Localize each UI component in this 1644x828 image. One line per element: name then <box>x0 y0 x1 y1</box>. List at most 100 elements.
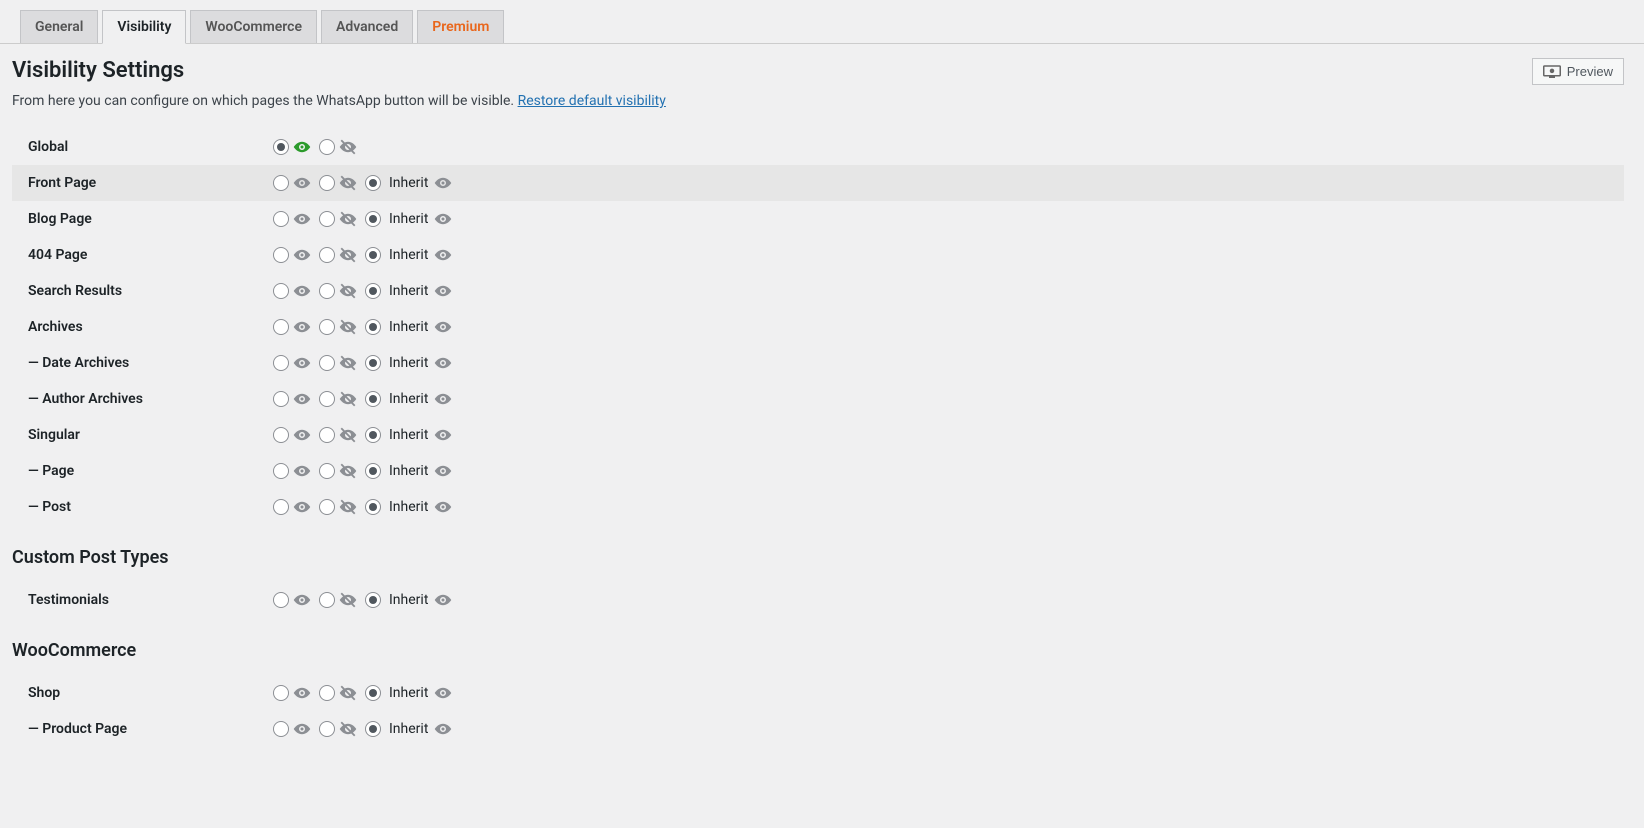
row-label-author_archives: — Author Archives <box>28 391 273 407</box>
radio-product_page-inherit[interactable] <box>365 721 381 737</box>
row-label-date_archives: — Date Archives <box>28 355 273 371</box>
radio-search_results-hide[interactable] <box>319 283 335 299</box>
radio-search_results-inherit[interactable] <box>365 283 381 299</box>
eye-icon <box>434 684 452 702</box>
row-label-global: Global <box>28 139 273 155</box>
radio-product_page-show[interactable] <box>273 721 289 737</box>
row-post: — Post Inherit <box>12 489 1624 525</box>
inherit-label: Inherit <box>389 283 428 299</box>
radio-author_archives-show[interactable] <box>273 391 289 407</box>
radio-archives-show[interactable] <box>273 319 289 335</box>
settings-tabs: General Visibility WooCommerce Advanced … <box>0 0 1644 44</box>
radio-testimonials-inherit[interactable] <box>365 592 381 608</box>
inherit-label: Inherit <box>389 592 428 608</box>
eye-icon <box>293 426 311 444</box>
radio-shop-show[interactable] <box>273 685 289 701</box>
tab-premium[interactable]: Premium <box>417 10 504 43</box>
radio-blog_page-inherit[interactable] <box>365 211 381 227</box>
radio-author_archives-inherit[interactable] <box>365 391 381 407</box>
radio-date_archives-show[interactable] <box>273 355 289 371</box>
preview-button[interactable]: Preview <box>1532 58 1624 85</box>
radio-date_archives-hide[interactable] <box>319 355 335 371</box>
radio-front_page-show[interactable] <box>273 175 289 191</box>
radio-blog_page-show[interactable] <box>273 211 289 227</box>
radio-singular-inherit[interactable] <box>365 427 381 443</box>
row-label-testimonials: Testimonials <box>28 592 273 608</box>
row-blog_page: Blog Page Inherit <box>12 201 1624 237</box>
row-label-shop: Shop <box>28 685 273 701</box>
eye-icon <box>434 720 452 738</box>
radio-page-show[interactable] <box>273 463 289 479</box>
eye-icon <box>434 462 452 480</box>
radio-global-show[interactable] <box>273 139 289 155</box>
inherit-label: Inherit <box>389 319 428 335</box>
eye-icon <box>293 498 311 516</box>
row-label-blog_page: Blog Page <box>28 211 273 227</box>
eye-off-icon <box>339 498 357 516</box>
row-front_page: Front Page Inherit <box>12 165 1624 201</box>
radio-page_404-hide[interactable] <box>319 247 335 263</box>
eye-icon <box>293 462 311 480</box>
row-page: — Page Inherit <box>12 453 1624 489</box>
row-date_archives: — Date Archives Inherit <box>12 345 1624 381</box>
tab-general[interactable]: General <box>20 10 98 43</box>
row-label-singular: Singular <box>28 427 273 443</box>
radio-archives-hide[interactable] <box>319 319 335 335</box>
eye-icon <box>434 210 452 228</box>
row-page_404: 404 Page Inherit <box>12 237 1624 273</box>
radio-testimonials-show[interactable] <box>273 592 289 608</box>
eye-icon <box>434 282 452 300</box>
radio-front_page-inherit[interactable] <box>365 175 381 191</box>
radio-author_archives-hide[interactable] <box>319 391 335 407</box>
radio-page-hide[interactable] <box>319 463 335 479</box>
eye-icon <box>293 720 311 738</box>
radio-singular-show[interactable] <box>273 427 289 443</box>
row-archives: Archives Inherit <box>12 309 1624 345</box>
row-label-product_page: — Product Page <box>28 721 273 737</box>
radio-archives-inherit[interactable] <box>365 319 381 335</box>
eye-off-icon <box>339 138 357 156</box>
eye-off-icon <box>339 246 357 264</box>
eye-icon <box>293 210 311 228</box>
row-label-search_results: Search Results <box>28 283 273 299</box>
restore-default-link[interactable]: Restore default visibility <box>518 93 666 109</box>
radio-post-inherit[interactable] <box>365 499 381 515</box>
radio-blog_page-hide[interactable] <box>319 211 335 227</box>
row-product_page: — Product Page Inherit <box>12 711 1624 747</box>
row-shop: Shop Inherit <box>12 675 1624 711</box>
radio-search_results-show[interactable] <box>273 283 289 299</box>
row-author_archives: — Author Archives Inherit <box>12 381 1624 417</box>
radio-testimonials-hide[interactable] <box>319 592 335 608</box>
radio-product_page-hide[interactable] <box>319 721 335 737</box>
row-label-archives: Archives <box>28 319 273 335</box>
radio-singular-hide[interactable] <box>319 427 335 443</box>
eye-off-icon <box>339 318 357 336</box>
row-label-post: — Post <box>28 499 273 515</box>
inherit-label: Inherit <box>389 247 428 263</box>
radio-page_404-show[interactable] <box>273 247 289 263</box>
tab-woocommerce[interactable]: WooCommerce <box>190 10 317 43</box>
radio-date_archives-inherit[interactable] <box>365 355 381 371</box>
radio-post-show[interactable] <box>273 499 289 515</box>
radio-page_404-inherit[interactable] <box>365 247 381 263</box>
eye-icon <box>434 174 452 192</box>
radio-page-inherit[interactable] <box>365 463 381 479</box>
row-testimonials: Testimonials Inherit <box>12 582 1624 618</box>
eye-icon <box>293 246 311 264</box>
radio-shop-hide[interactable] <box>319 685 335 701</box>
eye-icon <box>434 426 452 444</box>
eye-off-icon <box>339 426 357 444</box>
radio-post-hide[interactable] <box>319 499 335 515</box>
inherit-label: Inherit <box>389 355 428 371</box>
desc-text: From here you can configure on which pag… <box>12 93 518 109</box>
eye-icon <box>293 282 311 300</box>
radio-front_page-hide[interactable] <box>319 175 335 191</box>
section-woocommerce: WooCommerce <box>12 640 1624 661</box>
tab-advanced[interactable]: Advanced <box>321 10 413 43</box>
tab-visibility[interactable]: Visibility <box>102 10 186 44</box>
radio-shop-inherit[interactable] <box>365 685 381 701</box>
radio-global-hide[interactable] <box>319 139 335 155</box>
eye-icon <box>293 318 311 336</box>
eye-icon <box>293 684 311 702</box>
inherit-label: Inherit <box>389 175 428 191</box>
